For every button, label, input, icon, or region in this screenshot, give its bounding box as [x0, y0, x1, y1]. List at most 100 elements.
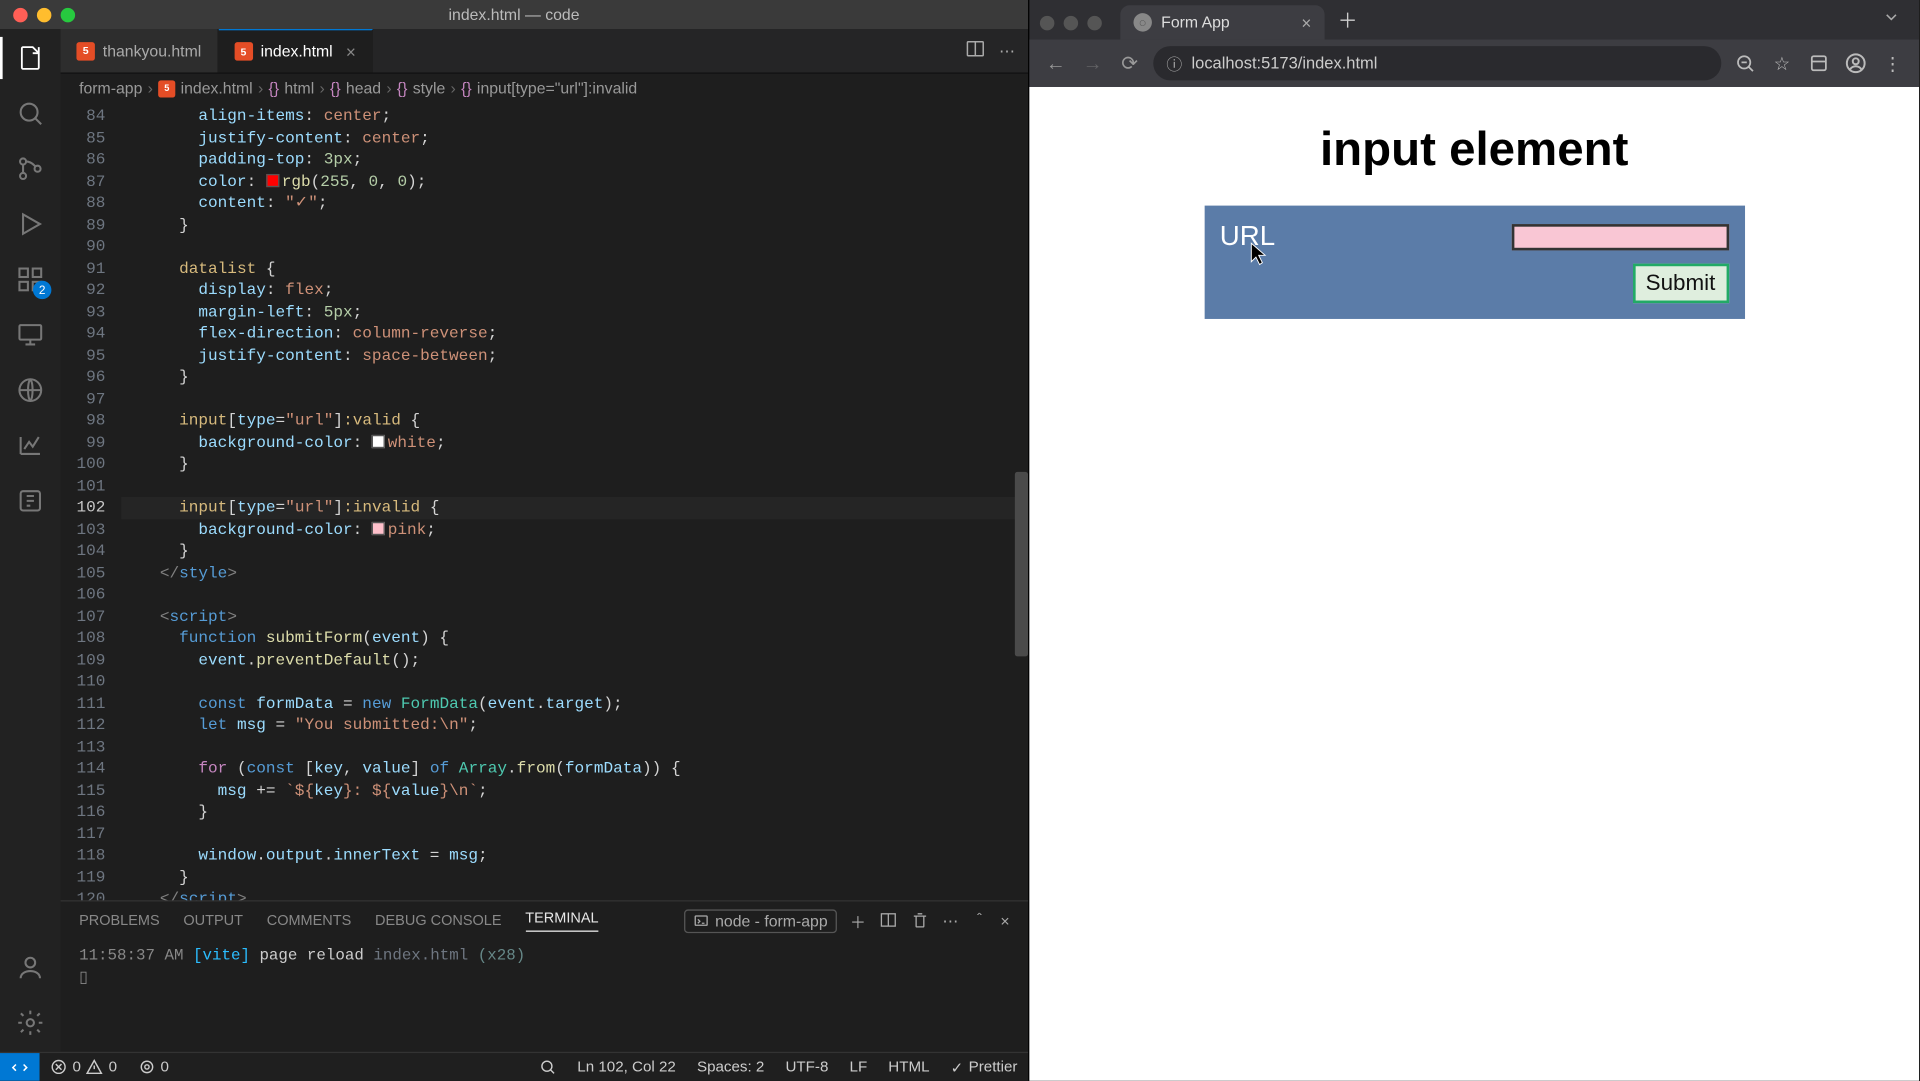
- graph-icon[interactable]: [14, 430, 46, 462]
- breadcrumb-item[interactable]: index.html: [181, 79, 253, 97]
- status-magnify[interactable]: [528, 1058, 566, 1076]
- favicon-icon: ◌: [1133, 13, 1151, 31]
- extensions-icon[interactable]: 2: [14, 264, 46, 296]
- close-icon[interactable]: ×: [346, 42, 356, 62]
- more-icon[interactable]: ⋯: [942, 912, 958, 930]
- menu-icon[interactable]: ⋮: [1879, 50, 1905, 76]
- tab-index[interactable]: 5 index.html ×: [218, 29, 373, 72]
- launch-label: node - form-app: [715, 912, 828, 930]
- close-tab-icon[interactable]: ×: [1301, 13, 1311, 33]
- status-prettier[interactable]: ✓ Prettier: [940, 1058, 1028, 1076]
- split-terminal-icon[interactable]: [879, 910, 897, 932]
- panel-tab-debug[interactable]: DEBUG CONSOLE: [375, 913, 501, 929]
- breadcrumb-item[interactable]: input[type="url"]:invalid: [477, 79, 637, 97]
- panel-tab-output[interactable]: OUTPUT: [183, 913, 243, 929]
- bookmark-star-icon[interactable]: ☆: [1769, 50, 1795, 76]
- vscode-window: index.html — code 2: [0, 0, 1028, 1081]
- status-ln-col[interactable]: Ln 102, Col 22: [567, 1058, 687, 1076]
- activity-bar: 2: [0, 29, 61, 1052]
- html-file-icon: 5: [234, 42, 252, 60]
- code-source[interactable]: align-items: center; justify-content: ce…: [121, 103, 1028, 900]
- form-container: URL Submit: [1204, 206, 1744, 319]
- status-errors[interactable]: 0 0: [40, 1058, 128, 1075]
- port-count: 0: [161, 1059, 169, 1075]
- tab-title: Form App: [1161, 13, 1230, 31]
- status-spaces[interactable]: Spaces: 2: [686, 1058, 775, 1076]
- gear-icon[interactable]: [14, 1007, 46, 1039]
- browser-tab[interactable]: ◌ Form App ×: [1120, 5, 1324, 39]
- brace-icon: {}: [330, 79, 341, 97]
- vscode-titlebar: index.html — code: [0, 0, 1028, 29]
- term-file: index.html: [373, 946, 468, 964]
- terminal-output[interactable]: 11:58:37 AM [vite] page reload index.htm…: [61, 941, 1028, 1052]
- status-bar: 0 0 0 Ln 102, Col 22 Spaces: 2 UTF-8 LF …: [0, 1052, 1028, 1081]
- window-title: index.html — code: [0, 5, 1028, 23]
- source-control-icon[interactable]: [14, 153, 46, 185]
- panel-tab-comments[interactable]: COMMENTS: [267, 913, 352, 929]
- bookmark-icon[interactable]: [14, 485, 46, 517]
- close-window-icon[interactable]: [1040, 16, 1054, 30]
- site-info-icon[interactable]: ⓘ: [1166, 52, 1182, 74]
- new-terminal-icon[interactable]: ＋: [850, 910, 866, 932]
- html-file-icon: 5: [76, 42, 94, 60]
- submit-button[interactable]: Submit: [1632, 264, 1728, 304]
- status-encoding[interactable]: UTF-8: [775, 1058, 839, 1076]
- breadcrumb-item[interactable]: form-app: [79, 79, 142, 97]
- reading-list-icon[interactable]: [1806, 50, 1832, 76]
- page-heading: input element: [1029, 121, 1919, 176]
- reload-button[interactable]: ⟳: [1116, 50, 1142, 76]
- breadcrumb-item[interactable]: html: [284, 79, 314, 97]
- back-button[interactable]: ←: [1043, 50, 1069, 76]
- close-panel-icon[interactable]: ×: [1000, 912, 1009, 930]
- profile-avatar-icon[interactable]: [1843, 50, 1869, 76]
- url-text: localhost:5173/index.html: [1191, 54, 1377, 72]
- terminal-launch-profile[interactable]: node - form-app: [683, 909, 836, 933]
- brace-icon: {}: [461, 79, 472, 97]
- term-time: 11:58:37 AM: [79, 946, 183, 964]
- browser-toolbar: ← → ⟳ ⓘ localhost:5173/index.html ☆ ⋮: [1029, 40, 1919, 87]
- brace-icon: {}: [269, 79, 280, 97]
- remote-explorer-icon[interactable]: [14, 319, 46, 351]
- editor-tabs: 5 thankyou.html 5 index.html × ⋯: [61, 29, 1028, 74]
- error-count: 0: [72, 1059, 80, 1075]
- terminal-cursor: ▯: [79, 967, 1010, 987]
- remote-button[interactable]: [0, 1053, 40, 1081]
- tab-thankyou[interactable]: 5 thankyou.html: [61, 29, 219, 72]
- split-editor-icon[interactable]: [965, 38, 986, 63]
- live-preview-icon[interactable]: [14, 374, 46, 406]
- brace-icon: {}: [397, 79, 408, 97]
- bottom-panel: PROBLEMS OUTPUT COMMENTS DEBUG CONSOLE T…: [61, 900, 1028, 1052]
- new-tab-button[interactable]: ＋: [1325, 7, 1371, 35]
- more-actions-icon[interactable]: ⋯: [999, 42, 1015, 60]
- term-msg: page reload: [259, 946, 363, 964]
- address-bar[interactable]: ⓘ localhost:5173/index.html: [1153, 46, 1721, 80]
- extensions-badge: 2: [33, 281, 51, 299]
- search-icon[interactable]: [14, 98, 46, 130]
- status-ports[interactable]: 0: [128, 1058, 180, 1075]
- url-label: URL: [1220, 221, 1275, 253]
- breadcrumb[interactable]: form-app› 5 index.html› {} html› {} head…: [61, 74, 1028, 103]
- term-count: (x28): [478, 946, 525, 964]
- status-eol[interactable]: LF: [839, 1058, 878, 1076]
- scrollbar-thumb[interactable]: [1015, 472, 1028, 657]
- panel-tab-terminal[interactable]: TERMINAL: [525, 911, 598, 932]
- breadcrumb-item[interactable]: head: [346, 79, 381, 97]
- url-input[interactable]: [1511, 224, 1728, 250]
- account-icon[interactable]: [14, 952, 46, 984]
- status-lang[interactable]: HTML: [878, 1058, 940, 1076]
- page-content: input element URL Submit: [1029, 87, 1919, 1081]
- run-debug-icon[interactable]: [14, 208, 46, 240]
- browser-tabstrip: ◌ Form App × ＋: [1029, 0, 1919, 40]
- explorer-icon[interactable]: [14, 42, 46, 74]
- window-menu-icon[interactable]: [1882, 8, 1900, 33]
- maximize-panel-icon[interactable]: ＾: [971, 910, 987, 932]
- breadcrumb-item[interactable]: style: [413, 79, 446, 97]
- forward-button[interactable]: →: [1079, 50, 1105, 76]
- term-tag: [vite]: [193, 946, 250, 964]
- minimize-window-icon[interactable]: [1064, 16, 1078, 30]
- code-editor[interactable]: 8485868788899091929394959697989910010110…: [61, 103, 1028, 900]
- panel-tab-problems[interactable]: PROBLEMS: [79, 913, 160, 929]
- zoom-icon[interactable]: [1732, 50, 1758, 76]
- zoom-window-icon[interactable]: [1087, 16, 1101, 30]
- kill-terminal-icon[interactable]: [911, 910, 929, 932]
